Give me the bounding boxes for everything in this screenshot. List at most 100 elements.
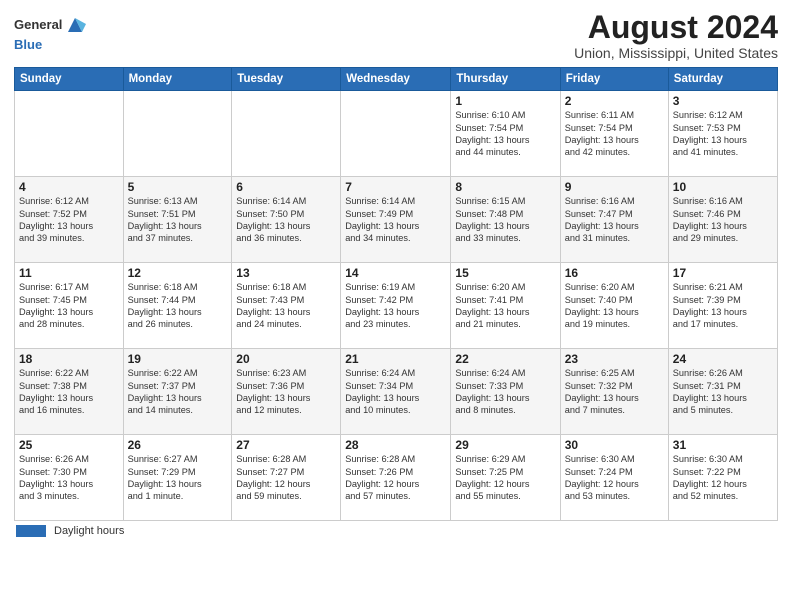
- calendar-table: Sunday Monday Tuesday Wednesday Thursday…: [14, 67, 778, 521]
- col-saturday: Saturday: [668, 68, 777, 91]
- day-number: 5: [128, 180, 228, 194]
- calendar-cell-w4-d1: 18Sunrise: 6:22 AMSunset: 7:38 PMDayligh…: [15, 349, 124, 435]
- calendar-cell-w4-d5: 22Sunrise: 6:24 AMSunset: 7:33 PMDayligh…: [451, 349, 560, 435]
- day-number: 20: [236, 352, 336, 366]
- day-number: 28: [345, 438, 446, 452]
- main-title: August 2024: [574, 10, 778, 45]
- day-info: Sunrise: 6:18 AMSunset: 7:43 PMDaylight:…: [236, 281, 336, 331]
- calendar-cell-w3-d4: 14Sunrise: 6:19 AMSunset: 7:42 PMDayligh…: [341, 263, 451, 349]
- logo-icon: [64, 14, 86, 36]
- calendar-week-1: 1Sunrise: 6:10 AMSunset: 7:54 PMDaylight…: [15, 91, 778, 177]
- day-number: 15: [455, 266, 555, 280]
- col-friday: Friday: [560, 68, 668, 91]
- page-container: General Blue August 2024 Union, Mississi…: [0, 0, 792, 543]
- day-info: Sunrise: 6:23 AMSunset: 7:36 PMDaylight:…: [236, 367, 336, 417]
- day-info: Sunrise: 6:24 AMSunset: 7:34 PMDaylight:…: [345, 367, 446, 417]
- day-number: 31: [673, 438, 773, 452]
- calendar-cell-w5-d3: 27Sunrise: 6:28 AMSunset: 7:27 PMDayligh…: [232, 435, 341, 521]
- daylight-bar-icon: [16, 525, 46, 537]
- day-info: Sunrise: 6:25 AMSunset: 7:32 PMDaylight:…: [565, 367, 664, 417]
- calendar-cell-w2-d1: 4Sunrise: 6:12 AMSunset: 7:52 PMDaylight…: [15, 177, 124, 263]
- day-number: 2: [565, 94, 664, 108]
- calendar-cell-w3-d2: 12Sunrise: 6:18 AMSunset: 7:44 PMDayligh…: [123, 263, 232, 349]
- calendar-cell-w5-d7: 31Sunrise: 6:30 AMSunset: 7:22 PMDayligh…: [668, 435, 777, 521]
- day-number: 29: [455, 438, 555, 452]
- day-info: Sunrise: 6:18 AMSunset: 7:44 PMDaylight:…: [128, 281, 228, 331]
- calendar-cell-w2-d7: 10Sunrise: 6:16 AMSunset: 7:46 PMDayligh…: [668, 177, 777, 263]
- calendar-cell-w1-d6: 2Sunrise: 6:11 AMSunset: 7:54 PMDaylight…: [560, 91, 668, 177]
- calendar-cell-w3-d3: 13Sunrise: 6:18 AMSunset: 7:43 PMDayligh…: [232, 263, 341, 349]
- col-wednesday: Wednesday: [341, 68, 451, 91]
- col-sunday: Sunday: [15, 68, 124, 91]
- day-number: 21: [345, 352, 446, 366]
- day-info: Sunrise: 6:20 AMSunset: 7:41 PMDaylight:…: [455, 281, 555, 331]
- logo-text-blue: Blue: [14, 37, 42, 52]
- day-number: 19: [128, 352, 228, 366]
- day-info: Sunrise: 6:27 AMSunset: 7:29 PMDaylight:…: [128, 453, 228, 503]
- day-number: 3: [673, 94, 773, 108]
- calendar-cell-w1-d3: [232, 91, 341, 177]
- calendar-cell-w4-d3: 20Sunrise: 6:23 AMSunset: 7:36 PMDayligh…: [232, 349, 341, 435]
- day-info: Sunrise: 6:14 AMSunset: 7:50 PMDaylight:…: [236, 195, 336, 245]
- day-info: Sunrise: 6:15 AMSunset: 7:48 PMDaylight:…: [455, 195, 555, 245]
- daylight-label: Daylight hours: [54, 525, 124, 537]
- subtitle: Union, Mississippi, United States: [574, 45, 778, 61]
- day-number: 30: [565, 438, 664, 452]
- calendar-cell-w2-d5: 8Sunrise: 6:15 AMSunset: 7:48 PMDaylight…: [451, 177, 560, 263]
- day-number: 16: [565, 266, 664, 280]
- calendar-cell-w4-d2: 19Sunrise: 6:22 AMSunset: 7:37 PMDayligh…: [123, 349, 232, 435]
- calendar-cell-w1-d5: 1Sunrise: 6:10 AMSunset: 7:54 PMDaylight…: [451, 91, 560, 177]
- day-info: Sunrise: 6:11 AMSunset: 7:54 PMDaylight:…: [565, 109, 664, 159]
- title-block: August 2024 Union, Mississippi, United S…: [574, 10, 778, 61]
- calendar-body: 1Sunrise: 6:10 AMSunset: 7:54 PMDaylight…: [15, 91, 778, 521]
- day-info: Sunrise: 6:21 AMSunset: 7:39 PMDaylight:…: [673, 281, 773, 331]
- calendar-week-4: 18Sunrise: 6:22 AMSunset: 7:38 PMDayligh…: [15, 349, 778, 435]
- day-number: 8: [455, 180, 555, 194]
- day-info: Sunrise: 6:10 AMSunset: 7:54 PMDaylight:…: [455, 109, 555, 159]
- col-tuesday: Tuesday: [232, 68, 341, 91]
- day-info: Sunrise: 6:24 AMSunset: 7:33 PMDaylight:…: [455, 367, 555, 417]
- day-info: Sunrise: 6:16 AMSunset: 7:47 PMDaylight:…: [565, 195, 664, 245]
- calendar-cell-w5-d1: 25Sunrise: 6:26 AMSunset: 7:30 PMDayligh…: [15, 435, 124, 521]
- days-of-week-row: Sunday Monday Tuesday Wednesday Thursday…: [15, 68, 778, 91]
- day-info: Sunrise: 6:29 AMSunset: 7:25 PMDaylight:…: [455, 453, 555, 503]
- day-number: 22: [455, 352, 555, 366]
- calendar-cell-w4-d6: 23Sunrise: 6:25 AMSunset: 7:32 PMDayligh…: [560, 349, 668, 435]
- day-info: Sunrise: 6:22 AMSunset: 7:38 PMDaylight:…: [19, 367, 119, 417]
- day-number: 11: [19, 266, 119, 280]
- day-number: 27: [236, 438, 336, 452]
- calendar-cell-w1-d4: [341, 91, 451, 177]
- calendar-cell-w1-d7: 3Sunrise: 6:12 AMSunset: 7:53 PMDaylight…: [668, 91, 777, 177]
- day-info: Sunrise: 6:30 AMSunset: 7:24 PMDaylight:…: [565, 453, 664, 503]
- day-info: Sunrise: 6:12 AMSunset: 7:52 PMDaylight:…: [19, 195, 119, 245]
- calendar-week-3: 11Sunrise: 6:17 AMSunset: 7:45 PMDayligh…: [15, 263, 778, 349]
- calendar-cell-w3-d5: 15Sunrise: 6:20 AMSunset: 7:41 PMDayligh…: [451, 263, 560, 349]
- calendar-cell-w4-d4: 21Sunrise: 6:24 AMSunset: 7:34 PMDayligh…: [341, 349, 451, 435]
- calendar-cell-w5-d5: 29Sunrise: 6:29 AMSunset: 7:25 PMDayligh…: [451, 435, 560, 521]
- day-info: Sunrise: 6:17 AMSunset: 7:45 PMDaylight:…: [19, 281, 119, 331]
- logo-text-general: General: [14, 18, 62, 32]
- day-number: 1: [455, 94, 555, 108]
- day-info: Sunrise: 6:14 AMSunset: 7:49 PMDaylight:…: [345, 195, 446, 245]
- day-info: Sunrise: 6:19 AMSunset: 7:42 PMDaylight:…: [345, 281, 446, 331]
- calendar-header: Sunday Monday Tuesday Wednesday Thursday…: [15, 68, 778, 91]
- day-info: Sunrise: 6:28 AMSunset: 7:27 PMDaylight:…: [236, 453, 336, 503]
- calendar-cell-w5-d6: 30Sunrise: 6:30 AMSunset: 7:24 PMDayligh…: [560, 435, 668, 521]
- calendar-cell-w1-d2: [123, 91, 232, 177]
- day-number: 10: [673, 180, 773, 194]
- day-number: 23: [565, 352, 664, 366]
- day-info: Sunrise: 6:28 AMSunset: 7:26 PMDaylight:…: [345, 453, 446, 503]
- day-info: Sunrise: 6:12 AMSunset: 7:53 PMDaylight:…: [673, 109, 773, 159]
- calendar-cell-w4-d7: 24Sunrise: 6:26 AMSunset: 7:31 PMDayligh…: [668, 349, 777, 435]
- day-info: Sunrise: 6:30 AMSunset: 7:22 PMDaylight:…: [673, 453, 773, 503]
- calendar-cell-w2-d6: 9Sunrise: 6:16 AMSunset: 7:47 PMDaylight…: [560, 177, 668, 263]
- day-number: 7: [345, 180, 446, 194]
- day-number: 25: [19, 438, 119, 452]
- calendar-cell-w5-d2: 26Sunrise: 6:27 AMSunset: 7:29 PMDayligh…: [123, 435, 232, 521]
- day-number: 24: [673, 352, 773, 366]
- day-number: 6: [236, 180, 336, 194]
- day-number: 13: [236, 266, 336, 280]
- day-number: 4: [19, 180, 119, 194]
- day-info: Sunrise: 6:20 AMSunset: 7:40 PMDaylight:…: [565, 281, 664, 331]
- calendar-cell-w2-d4: 7Sunrise: 6:14 AMSunset: 7:49 PMDaylight…: [341, 177, 451, 263]
